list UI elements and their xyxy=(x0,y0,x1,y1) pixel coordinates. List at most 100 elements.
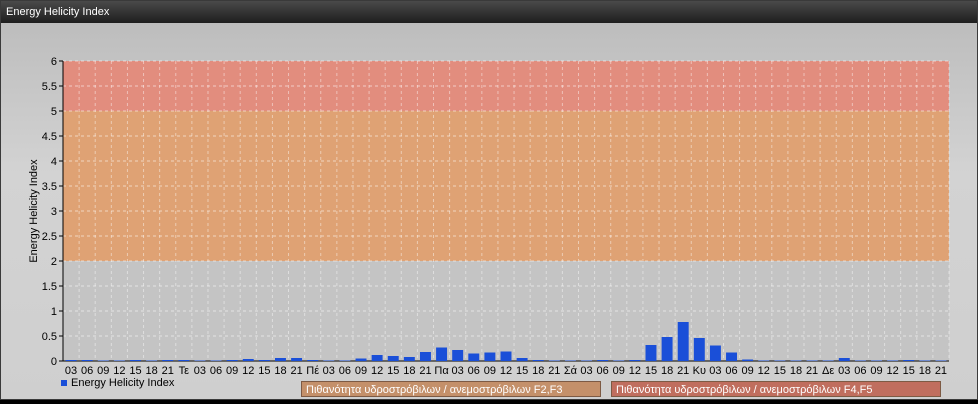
x-tick-label: Πέ xyxy=(306,365,319,377)
bar xyxy=(790,360,802,361)
x-tick-label: 18 xyxy=(532,365,544,377)
y-tick-label: 5.5 xyxy=(42,81,57,93)
x-tick-label: 15 xyxy=(645,365,657,377)
bar xyxy=(274,358,286,361)
bar xyxy=(935,360,947,361)
bar xyxy=(516,358,528,361)
chart-window: Energy Helicity Index 0 0.5 1 1.5 2 2.5 3 3.5 4 4… xyxy=(0,0,978,400)
x-tick-label: 15 xyxy=(258,365,270,377)
bar xyxy=(97,360,109,361)
x-tick-label: 18 xyxy=(661,365,673,377)
x-tick-label: 12 xyxy=(886,365,898,377)
y-tick-label: 0.5 xyxy=(42,331,57,343)
y-tick-label: 3.5 xyxy=(42,181,57,193)
x-tick-label: 09 xyxy=(613,365,625,377)
x-tick-label: 15 xyxy=(387,365,399,377)
y-axis-label: Energy Helicity Index xyxy=(28,159,40,263)
x-tick-label: 06 xyxy=(210,365,222,377)
x-tick-label: 03 xyxy=(194,365,206,377)
x-tick-label: 03 xyxy=(323,365,335,377)
y-tick-label: 0 xyxy=(51,356,57,368)
bar xyxy=(613,360,625,361)
x-tick-label: 12 xyxy=(371,365,383,377)
bar xyxy=(468,353,480,361)
x-tick-label: 12 xyxy=(113,365,125,377)
bar xyxy=(887,360,899,361)
ehi-chart: 0 0.5 1 1.5 2 2.5 3 3.5 4 4.5 5 5.5 6 Energy Helicity… xyxy=(28,56,950,377)
x-tick-label: Δε xyxy=(822,365,834,377)
x-tick-label: Πα xyxy=(434,365,449,377)
bar xyxy=(355,358,367,361)
bar xyxy=(436,347,448,361)
legend: Energy Helicity Index xyxy=(61,377,174,389)
x-tick-label: 12 xyxy=(500,365,512,377)
bar xyxy=(629,360,641,361)
bar xyxy=(226,360,238,361)
bar xyxy=(242,359,254,361)
x-tick-label: 09 xyxy=(226,365,238,377)
bar xyxy=(564,360,576,361)
x-tick-label: 21 xyxy=(419,365,431,377)
bar xyxy=(146,360,158,361)
y-tick-label: 1 xyxy=(51,306,57,318)
x-tick-label: 21 xyxy=(290,365,302,377)
x-tick-label: 18 xyxy=(274,365,286,377)
bar xyxy=(452,350,464,361)
y-tick-label: 6 xyxy=(51,56,57,68)
x-tick-label: 09 xyxy=(484,365,496,377)
bar xyxy=(645,345,657,361)
bar xyxy=(178,360,190,361)
bar xyxy=(597,360,609,361)
y-tick-label: 3 xyxy=(51,206,57,218)
x-tick-label: 18 xyxy=(403,365,415,377)
x-tick-label: 18 xyxy=(790,365,802,377)
x-tick-label: 03 xyxy=(452,365,464,377)
x-tick-label: 06 xyxy=(725,365,737,377)
bar xyxy=(693,338,705,361)
x-tick-label: 03 xyxy=(580,365,592,377)
bar xyxy=(774,360,786,361)
bar xyxy=(903,360,915,361)
x-tick-label: 12 xyxy=(758,365,770,377)
x-tick-label: 21 xyxy=(548,365,560,377)
x-tick-label: 15 xyxy=(516,365,528,377)
bar xyxy=(371,355,383,361)
band-label-f4f5: Πιθανότητα υδροστρόβιλων / ανεμοστρόβιλω… xyxy=(611,381,941,397)
x-tick-label: 03 xyxy=(65,365,77,377)
window-title: Energy Helicity Index xyxy=(1,1,977,23)
legend-swatch xyxy=(61,380,67,386)
bar xyxy=(581,360,593,361)
bar xyxy=(113,360,125,361)
x-tick-label: 15 xyxy=(774,365,786,377)
x-tick-label: 12 xyxy=(629,365,641,377)
x-tick-label: 21 xyxy=(806,365,818,377)
bar xyxy=(548,360,560,361)
bar xyxy=(258,360,270,361)
x-tick-label: Κυ xyxy=(693,365,706,377)
y-tick-label: 4.5 xyxy=(42,131,57,143)
x-tick-label: 21 xyxy=(677,365,689,377)
bar xyxy=(339,360,351,361)
y-tick-label: 5 xyxy=(51,106,57,118)
x-tick-label: Τε xyxy=(179,365,190,377)
bar xyxy=(661,337,673,361)
bar xyxy=(403,357,415,361)
bar xyxy=(323,360,335,361)
bar xyxy=(709,345,721,361)
legend-label: Energy Helicity Index xyxy=(71,377,175,389)
bar xyxy=(387,356,399,361)
bar xyxy=(822,360,834,361)
bar xyxy=(194,360,206,361)
bar xyxy=(806,360,818,361)
bar xyxy=(291,358,303,361)
y-tick-label: 2 xyxy=(51,256,57,268)
bar xyxy=(307,360,319,361)
y-tick-label: 1.5 xyxy=(42,281,57,293)
y-tick-label: 4 xyxy=(51,156,57,168)
bar xyxy=(871,360,882,361)
x-tick-label: 09 xyxy=(97,365,109,377)
bar xyxy=(210,360,222,361)
x-tick-label: 06 xyxy=(339,365,351,377)
bar xyxy=(677,322,689,361)
band-label-f2f3: Πιθανότητα υδροστρόβιλων / ανεμοστρόβιλω… xyxy=(301,381,601,397)
